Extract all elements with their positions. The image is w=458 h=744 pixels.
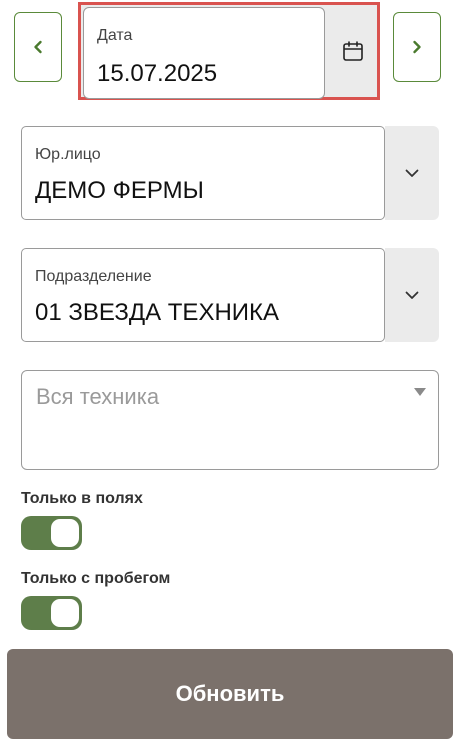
legal-entity-field[interactable]: Юр.лицо ДЕМО ФЕРМЫ <box>21 126 385 220</box>
legal-entity-dropdown-button[interactable] <box>385 126 439 220</box>
division-label: Подразделение <box>35 268 152 285</box>
only-with-mileage-toggle[interactable] <box>21 596 82 630</box>
equipment-select[interactable]: Вся техника <box>21 370 439 470</box>
toggle-knob <box>51 599 79 627</box>
division-dropdown-button[interactable] <box>385 248 439 342</box>
calendar-button[interactable] <box>328 5 377 97</box>
previous-date-button[interactable] <box>14 12 62 82</box>
date-field[interactable]: Дата 15.07.2025 <box>83 7 325 99</box>
only-in-fields-toggle[interactable] <box>21 516 82 550</box>
chevron-down-icon <box>405 169 419 177</box>
date-picker-highlight: Дата 15.07.2025 <box>78 2 380 100</box>
equipment-placeholder: Вся техника <box>36 384 160 409</box>
only-in-fields-label: Только в полях <box>21 490 143 507</box>
next-date-button[interactable] <box>393 12 441 82</box>
chevron-down-icon <box>405 291 419 299</box>
chevron-right-icon <box>413 40 421 54</box>
caret-down-icon[interactable] <box>414 388 426 398</box>
chevron-left-icon <box>34 40 42 54</box>
division-field[interactable]: Подразделение 01 ЗВЕЗДА ТЕХНИКА <box>21 248 385 342</box>
legal-entity-value: ДЕМО ФЕРМЫ <box>35 177 204 204</box>
refresh-button[interactable]: Обновить <box>7 649 453 739</box>
division-value: 01 ЗВЕЗДА ТЕХНИКА <box>35 299 280 326</box>
only-with-mileage-label: Только с пробегом <box>21 570 171 587</box>
toggle-knob <box>51 519 79 547</box>
legal-entity-select[interactable]: Юр.лицо ДЕМО ФЕРМЫ <box>21 126 439 220</box>
division-select[interactable]: Подразделение 01 ЗВЕЗДА ТЕХНИКА <box>21 248 439 342</box>
date-label: Дата <box>97 27 133 44</box>
calendar-icon <box>342 41 363 61</box>
date-value[interactable]: 15.07.2025 <box>97 60 217 88</box>
legal-entity-label: Юр.лицо <box>35 146 101 163</box>
